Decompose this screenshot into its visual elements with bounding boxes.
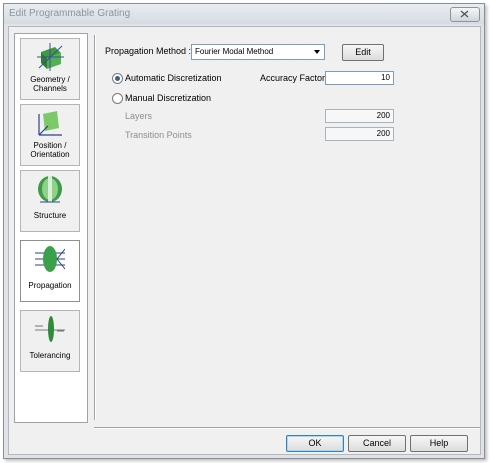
propagation-method-label: Propagation Method :	[105, 46, 192, 56]
nav-label-position-line2: Orientation	[30, 150, 70, 159]
nav-item-geometry-channels[interactable]: Geometry / Channels	[20, 38, 80, 100]
nav-item-propagation[interactable]: Propagation	[20, 240, 80, 302]
nav-label-geometry-line2: Channels	[33, 84, 67, 93]
ok-button[interactable]: OK	[286, 435, 344, 452]
transition-points-label: Transition Points	[125, 130, 192, 140]
close-button[interactable]	[450, 7, 480, 22]
nav-label-propagation: Propagation	[28, 281, 72, 290]
automatic-discretization-label: Automatic Discretization	[125, 73, 222, 83]
transition-points-input[interactable]: 200	[325, 127, 394, 141]
footer-divider	[94, 427, 480, 429]
window-title: Edit Programmable Grating	[9, 8, 131, 19]
category-nav: Geometry / Channels Position / Orientati…	[14, 33, 88, 423]
nav-item-structure[interactable]: Structure	[20, 170, 80, 232]
radio-selected-dot	[115, 76, 120, 81]
edit-button[interactable]: Edit	[342, 44, 384, 61]
automatic-discretization-radio[interactable]	[112, 73, 123, 84]
accuracy-factor-input[interactable]: 10	[325, 71, 394, 85]
nav-item-position-orientation[interactable]: Position / Orientation	[20, 104, 80, 166]
propagation-icon	[35, 246, 65, 272]
help-button[interactable]: Help	[410, 435, 468, 452]
chevron-down-icon	[314, 50, 320, 54]
accuracy-factor-label: Accuracy Factor	[260, 73, 326, 83]
dialog-body: Geometry / Channels Position / Orientati…	[8, 26, 481, 455]
layers-label: Layers	[125, 111, 153, 121]
nav-label-geometry-line1: Geometry /	[30, 75, 70, 84]
title-bar[interactable]: Edit Programmable Grating	[4, 4, 484, 24]
nav-label-tolerancing: Tolerancing	[29, 351, 71, 360]
geometry-channels-icon	[37, 43, 64, 71]
propagation-method-select[interactable]: Fourier Modal Method	[191, 44, 325, 60]
manual-discretization-radio[interactable]	[112, 93, 123, 104]
position-orientation-icon	[38, 111, 62, 136]
nav-item-tolerancing[interactable]: Tolerancing	[20, 310, 80, 372]
close-icon	[460, 10, 469, 18]
manual-discretization-label: Manual Discretization	[125, 93, 212, 103]
tolerancing-icon	[35, 316, 65, 342]
dialog-window: Edit Programmable Grating Geometry / Cha…	[3, 3, 485, 459]
panel-divider	[94, 35, 96, 420]
structure-icon	[38, 176, 62, 203]
layers-input[interactable]: 200	[325, 109, 394, 123]
propagation-method-value: Fourier Modal Method	[195, 47, 274, 56]
cancel-button[interactable]: Cancel	[348, 435, 406, 452]
nav-label-structure: Structure	[33, 211, 67, 220]
nav-label-position-line1: Position /	[33, 141, 67, 150]
